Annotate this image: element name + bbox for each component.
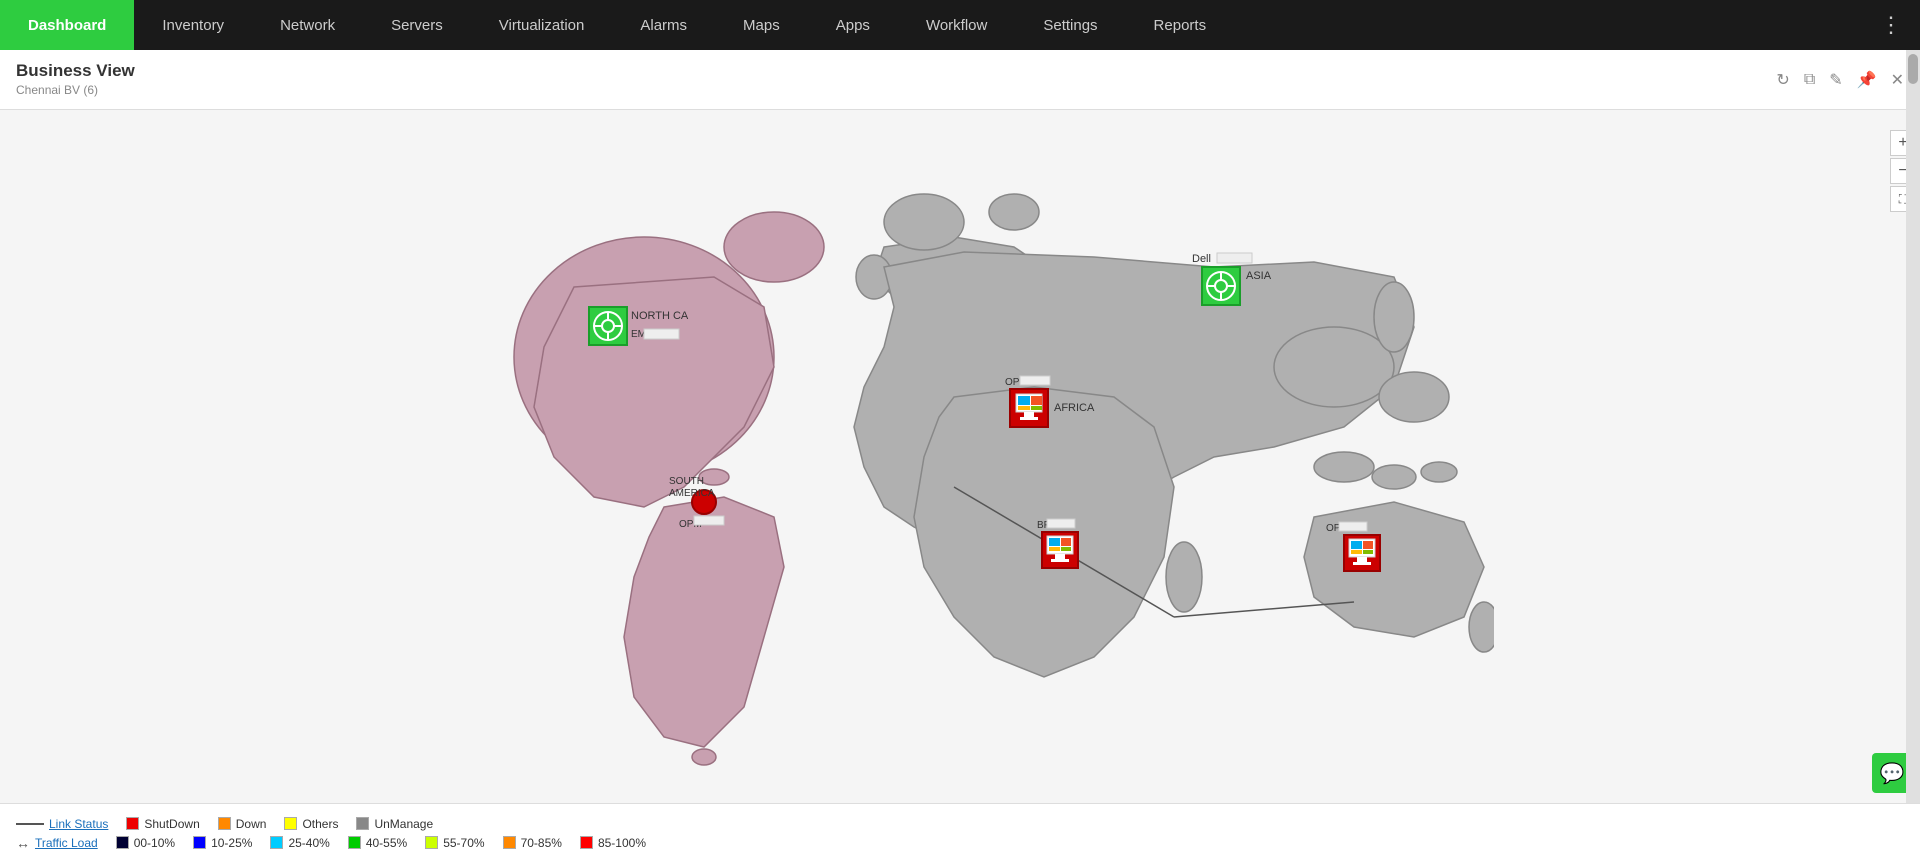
svg-text:SOUTH: SOUTH (669, 476, 704, 487)
page-header: Business View Chennai BV (6) ↻ ⧉ ✎ 📌 ✕ (0, 50, 1920, 110)
legend-traffic-40-55: 40-55% (348, 836, 407, 850)
legend-row-traffic: ↔ Traffic Load 00-10% 10-25% 25-40% 40-5… (16, 835, 1904, 851)
svg-text:AMERICA: AMERICA (669, 488, 715, 499)
nav-more-button[interactable]: ⋮ (1862, 0, 1920, 50)
nav-item-reports[interactable]: Reports (1126, 0, 1235, 50)
down-swatch (218, 817, 231, 830)
legend-link-status: Link Status (16, 817, 108, 831)
traffic-arrow-icon: ↔ (16, 835, 30, 851)
traffic-25-40-swatch (270, 836, 283, 849)
nav-item-alarms[interactable]: Alarms (612, 0, 715, 50)
scrollbar[interactable] (1906, 50, 1920, 803)
map-area: NORTH CA EMC Dell ASIA (0, 110, 1920, 803)
legend-shutdown: ShutDown (126, 817, 199, 831)
link-status-label[interactable]: Link Status (49, 817, 108, 831)
svg-text:AFRICA: AFRICA (1054, 402, 1095, 414)
save-icon[interactable]: ⧉ (1804, 71, 1815, 89)
traffic-25-40-label: 25-40% (288, 836, 329, 850)
traffic-0-10-label: 00-10% (134, 836, 175, 850)
unmanage-label: UnManage (374, 817, 433, 831)
traffic-load-label[interactable]: Traffic Load (35, 836, 98, 850)
navigation: Dashboard Inventory Network Servers Virt… (0, 0, 1920, 50)
down-label: Down (236, 817, 267, 831)
traffic-40-55-swatch (348, 836, 361, 849)
svg-text:Dell: Dell (1192, 253, 1211, 265)
nav-item-network[interactable]: Network (252, 0, 363, 50)
page-subtitle: Chennai BV (6) (16, 83, 98, 97)
refresh-icon[interactable]: ↻ (1776, 70, 1789, 90)
close-icon[interactable]: ✕ (1891, 70, 1904, 90)
legend-traffic-10-25: 10-25% (193, 836, 252, 850)
pin-icon[interactable]: 📌 (1857, 70, 1877, 90)
link-status-line (16, 823, 44, 825)
legend-others: Others (284, 817, 338, 831)
traffic-40-55-label: 40-55% (366, 836, 407, 850)
map-container: NORTH CA EMC Dell ASIA (0, 110, 1888, 803)
shutdown-label: ShutDown (144, 817, 199, 831)
traffic-85-100-label: 85-100% (598, 836, 646, 850)
svg-text:ASIA: ASIA (1246, 270, 1272, 282)
nav-item-servers[interactable]: Servers (363, 0, 471, 50)
traffic-70-85-label: 70-85% (521, 836, 562, 850)
legend-area: Link Status ShutDown Down Others UnManag… (0, 803, 1920, 863)
nav-item-settings[interactable]: Settings (1015, 0, 1125, 50)
traffic-10-25-label: 10-25% (211, 836, 252, 850)
world-map-svg: NORTH CA EMC Dell ASIA (394, 147, 1494, 767)
header-title-area: Business View Chennai BV (6) (16, 61, 135, 99)
others-label: Others (302, 817, 338, 831)
others-swatch (284, 817, 297, 830)
nav-item-maps[interactable]: Maps (715, 0, 808, 50)
legend-traffic-0-10: 00-10% (116, 836, 175, 850)
legend-traffic-85-100: 85-100% (580, 836, 646, 850)
nav-item-workflow[interactable]: Workflow (898, 0, 1015, 50)
legend-unmanage: UnManage (356, 817, 433, 831)
traffic-55-70-swatch (425, 836, 438, 849)
legend-row-status: Link Status ShutDown Down Others UnManag… (16, 817, 1904, 831)
nav-item-inventory[interactable]: Inventory (134, 0, 252, 50)
legend-traffic-70-85: 70-85% (503, 836, 562, 850)
legend-traffic-55-70: 55-70% (425, 836, 484, 850)
edit-icon[interactable]: ✎ (1829, 70, 1842, 90)
shutdown-swatch (126, 817, 139, 830)
traffic-70-85-swatch (503, 836, 516, 849)
traffic-85-100-swatch (580, 836, 593, 849)
unmanage-swatch (356, 817, 369, 830)
legend-traffic-25-40: 25-40% (270, 836, 329, 850)
traffic-0-10-swatch (116, 836, 129, 849)
traffic-55-70-label: 55-70% (443, 836, 484, 850)
svg-text:NORTH CA: NORTH CA (631, 310, 689, 322)
page-title: Business View (16, 61, 135, 81)
nav-item-dashboard[interactable]: Dashboard (0, 0, 134, 50)
legend-down: Down (218, 817, 267, 831)
traffic-10-25-swatch (193, 836, 206, 849)
nav-item-apps[interactable]: Apps (808, 0, 898, 50)
legend-traffic-load: ↔ Traffic Load (16, 835, 98, 851)
device-africa-south[interactable]: BPM (1037, 519, 1078, 568)
nav-item-virtualization[interactable]: Virtualization (471, 0, 613, 50)
header-actions: ↻ ⧉ ✎ 📌 ✕ (1776, 70, 1904, 90)
